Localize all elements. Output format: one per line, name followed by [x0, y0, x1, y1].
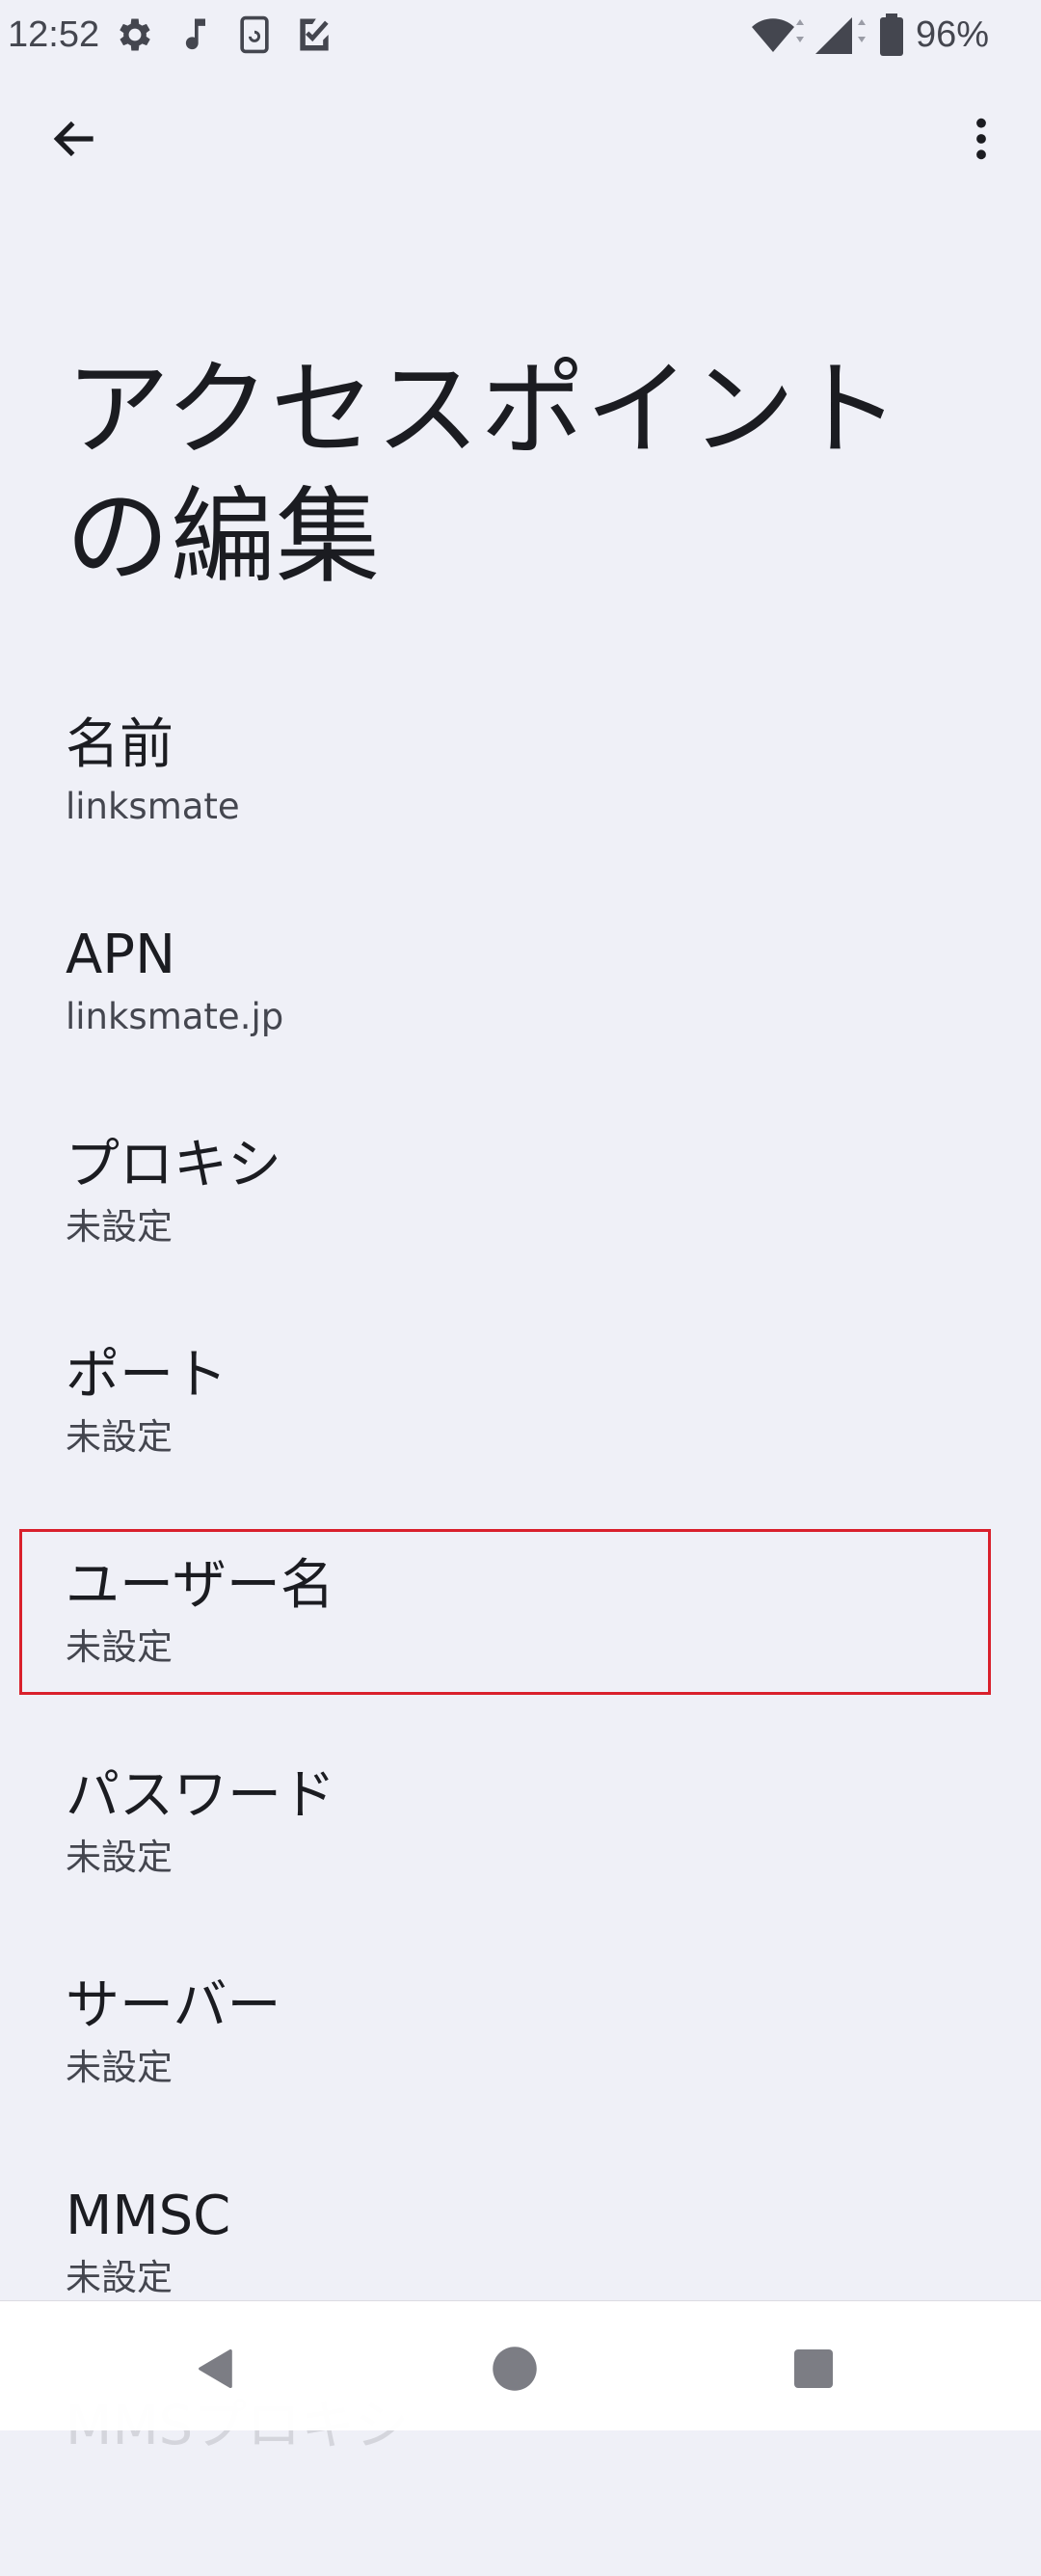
- cell-signal-icon: [812, 13, 869, 56]
- pref-title: MMSC: [66, 2185, 231, 2247]
- pref-summary: 未設定: [66, 1416, 173, 1458]
- pref-summary: 未設定: [66, 1837, 173, 1878]
- navigation-bar: [0, 2300, 1041, 2430]
- nav-back-icon: [199, 2348, 232, 2389]
- sim-card-icon: [233, 13, 276, 56]
- nav-back-button[interactable]: [168, 2321, 264, 2417]
- music-note-icon: [174, 13, 216, 56]
- pref-summary: linksmate: [66, 786, 240, 827]
- pref-title: パスワード: [66, 1764, 335, 1827]
- pref-summary: 未設定: [66, 2257, 173, 2298]
- settings-icon: [114, 13, 156, 56]
- preference-list: 名前 linksmate APN linksmate.jp プロキシ 未設定 ポ…: [0, 684, 1041, 2576]
- wifi-icon: [750, 13, 808, 56]
- status-bar: 12:52 96%: [0, 0, 1041, 69]
- battery-percent: 96%: [916, 14, 990, 55]
- status-time: 12:52: [8, 14, 100, 55]
- more-vert-icon: [976, 118, 986, 160]
- pref-summary: 未設定: [66, 1206, 173, 1248]
- pref-item-port[interactable]: ポート 未設定: [0, 1315, 1041, 1525]
- battery-icon: [877, 13, 906, 56]
- pref-title: 名前: [66, 713, 174, 776]
- more-options-button[interactable]: [945, 102, 1018, 175]
- back-button[interactable]: [39, 102, 112, 175]
- pref-summary: 未設定: [66, 1626, 173, 1668]
- pref-summary: linksmate.jp: [66, 996, 284, 1037]
- nav-recents-icon: [794, 2349, 833, 2388]
- pref-item-server[interactable]: サーバー 未設定: [0, 1945, 1041, 2156]
- pref-item-password[interactable]: パスワード 未設定: [0, 1735, 1041, 1945]
- pref-title: ポート: [66, 1344, 227, 1407]
- nav-recents-button[interactable]: [765, 2321, 862, 2417]
- pref-item-proxy[interactable]: プロキシ 未設定: [0, 1105, 1041, 1315]
- pref-item-apn[interactable]: APN linksmate.jp: [0, 895, 1041, 1105]
- pref-item-username[interactable]: ユーザー名 未設定: [0, 1525, 1041, 1735]
- nav-home-button[interactable]: [467, 2321, 563, 2417]
- nav-home-icon: [493, 2347, 537, 2391]
- pref-title: ユーザー名: [66, 1554, 334, 1617]
- pref-summary: 未設定: [66, 2047, 173, 2088]
- pref-title: APN: [66, 924, 175, 986]
- pref-title: サーバー: [66, 1974, 281, 2037]
- checkbox-icon: [293, 13, 335, 56]
- pref-title: プロキシ: [66, 1134, 281, 1196]
- pref-item-name[interactable]: 名前 linksmate: [0, 684, 1041, 895]
- page-title: アクセスポイントの編集: [66, 350, 901, 598]
- arrow-back-icon: [53, 121, 93, 157]
